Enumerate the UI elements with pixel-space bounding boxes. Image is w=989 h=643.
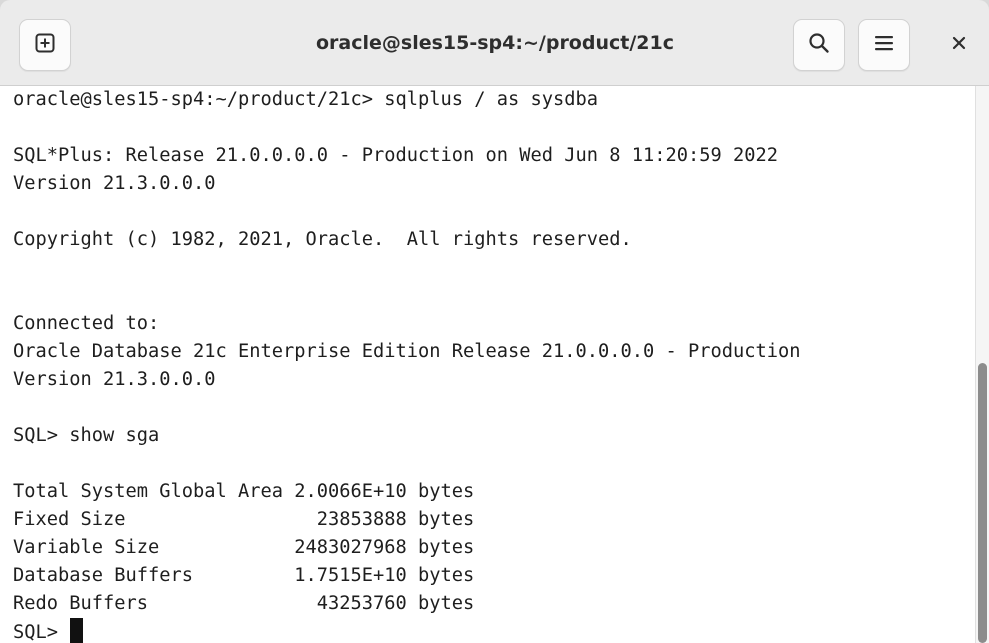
hamburger-menu-icon — [873, 33, 895, 58]
terminal-line: Version 21.3.0.0.0 — [13, 173, 216, 194]
terminal-line: Database Buffers 1.7515E+10 bytes — [13, 565, 475, 586]
close-icon — [952, 36, 966, 55]
terminal-line: SQL> show sga — [13, 425, 160, 446]
terminal-line: Version 21.3.0.0.0 — [13, 369, 216, 390]
terminal-window: oracle@sles15-sp4:~/product/21c oracle@s… — [0, 0, 989, 643]
prompt-line[interactable]: SQL> — [13, 618, 84, 643]
terminal-line: Variable Size 2483027968 bytes — [13, 537, 475, 558]
search-icon — [808, 32, 830, 59]
new-tab-plus-icon — [35, 33, 55, 58]
text-cursor — [70, 618, 84, 643]
terminal-line: SQL*Plus: Release 21.0.0.0.0 - Productio… — [13, 145, 779, 166]
vertical-scrollbar[interactable] — [975, 86, 989, 643]
new-tab-button[interactable] — [19, 19, 71, 71]
search-button[interactable] — [793, 19, 845, 71]
terminal-line: Fixed Size 23853888 bytes — [13, 509, 475, 530]
terminal-line: oracle@sles15-sp4:~/product/21c> sqlplus… — [13, 89, 599, 110]
window-title: oracle@sles15-sp4:~/product/21c — [316, 32, 674, 54]
terminal-line: Total System Global Area 2.0066E+10 byte… — [13, 481, 475, 502]
scrollbar-thumb[interactable] — [978, 363, 987, 643]
terminal-output[interactable]: oracle@sles15-sp4:~/product/21c> sqlplus… — [0, 86, 975, 643]
close-button[interactable] — [940, 27, 978, 63]
terminal-line: Copyright (c) 1982, 2021, Oracle. All ri… — [13, 229, 632, 250]
main-menu-button[interactable] — [858, 19, 910, 71]
terminal-line: Connected to: — [13, 313, 160, 334]
header-bar: oracle@sles15-sp4:~/product/21c — [0, 0, 989, 86]
sql-prompt: SQL> — [13, 622, 70, 643]
terminal-line: Redo Buffers 43253760 bytes — [13, 593, 475, 614]
terminal-line: Oracle Database 21c Enterprise Edition R… — [13, 341, 801, 362]
